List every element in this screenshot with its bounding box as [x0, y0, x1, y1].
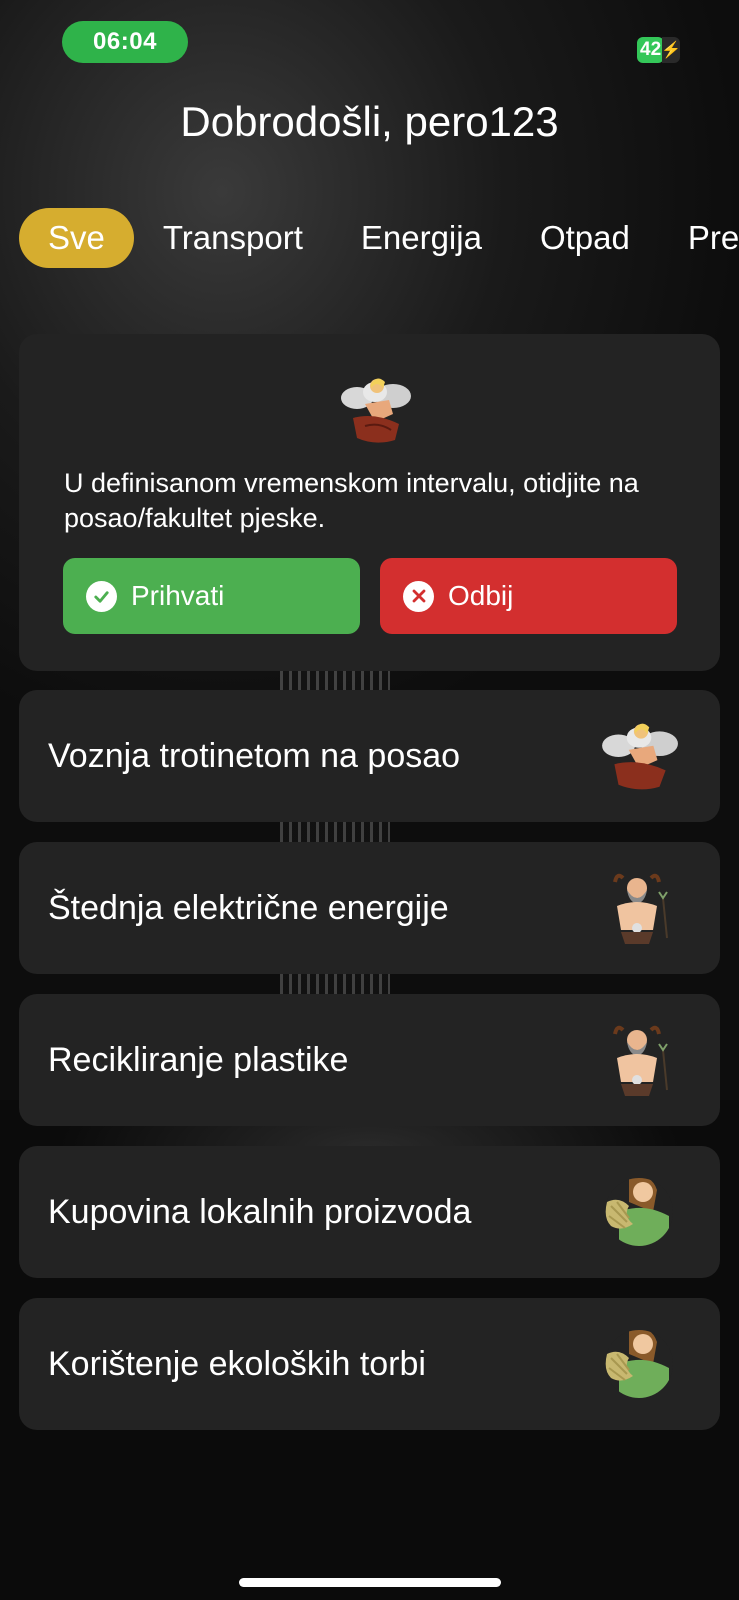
horned-warrior-icon — [613, 873, 668, 944]
activity-label: Štednja električne energije — [48, 889, 449, 927]
battery-indicator: 42 ⚡ — [637, 37, 681, 63]
challenge-card: U definisanom vremenskom intervalu, otid… — [19, 334, 720, 671]
activity-label: Recikliranje plastike — [48, 1041, 349, 1079]
decline-button[interactable]: Odbij — [380, 558, 677, 634]
welcome-title: Dobrodošli, pero123 — [180, 98, 559, 145]
tab-partial[interactable]: Pre — [659, 208, 739, 268]
battery-level: 42 — [637, 37, 665, 63]
activity-item[interactable]: Korištenje ekoloških torbi — [19, 1298, 720, 1430]
status-time[interactable]: 06:04 — [62, 21, 188, 63]
horned-warrior-icon — [613, 1025, 668, 1096]
status-bar: 06:04 42 ⚡ — [0, 0, 739, 80]
cloud-god-icon — [341, 378, 411, 443]
activity-item[interactable]: Recikliranje plastike — [19, 994, 720, 1126]
home-indicator[interactable] — [239, 1578, 501, 1587]
activity-label: Korištenje ekoloških torbi — [48, 1345, 426, 1383]
accept-button[interactable]: Prihvati — [63, 558, 360, 634]
tab-otpad[interactable]: Otpad — [511, 208, 659, 268]
tab-sve[interactable]: Sve — [19, 208, 134, 268]
activity-label: Kupovina lokalnih proizvoda — [48, 1193, 472, 1231]
accept-label: Prihvati — [131, 580, 225, 611]
activity-item[interactable]: Štednja električne energije — [19, 842, 720, 974]
earth-goddess-icon — [605, 1330, 673, 1398]
activity-label: Voznja trotinetom na posao — [48, 737, 461, 775]
tab-transport[interactable]: Transport — [134, 208, 332, 268]
close-circle-icon — [403, 580, 434, 612]
activity-item[interactable]: Voznja trotinetom na posao — [19, 690, 720, 822]
earth-goddess-icon — [605, 1178, 673, 1246]
tab-energija[interactable]: Energija — [332, 208, 511, 268]
charging-bolt-icon: ⚡ — [661, 37, 681, 63]
challenge-description: U definisanom vremenskom intervalu, otid… — [64, 468, 639, 533]
activity-item[interactable]: Kupovina lokalnih proizvoda — [19, 1146, 720, 1278]
decline-label: Odbij — [448, 580, 514, 611]
category-tabs: Sve Transport Energija Otpad Pre — [19, 208, 739, 268]
cloud-god-icon — [602, 723, 678, 790]
check-circle-icon — [86, 580, 117, 612]
